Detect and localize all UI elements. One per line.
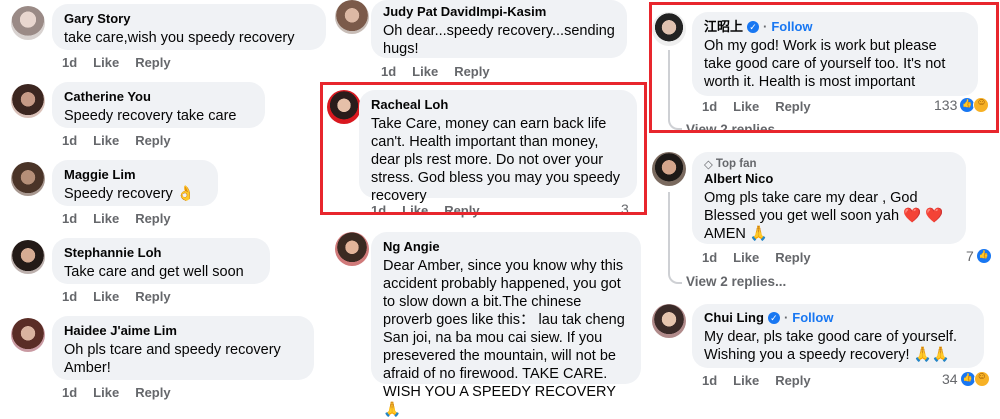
- follow-button[interactable]: Follow: [792, 310, 833, 326]
- diamond-icon: ◇: [704, 159, 713, 171]
- comment-actions: 1d Like Reply: [62, 289, 171, 304]
- comment-text: take care,wish you speedy recovery: [64, 30, 295, 46]
- comment-bubble: Chui Ling ✓ · Follow My dear, pls take g…: [692, 304, 984, 368]
- reply-button[interactable]: Reply: [454, 64, 489, 79]
- comment-text: My dear, pls take good care of yourself.…: [704, 329, 958, 363]
- comment-actions: 1d Like Reply: [62, 211, 171, 226]
- comment-actions: 1d Like Reply: [62, 55, 171, 70]
- like-reaction-icon: [960, 372, 975, 386]
- avatar[interactable]: [11, 84, 45, 118]
- comment-timestamp[interactable]: 1d: [62, 133, 77, 148]
- top-fan-badge: ◇ Top fan: [704, 158, 757, 171]
- comment-text: Dear Amber, since you know why this acci…: [383, 258, 625, 418]
- comment-timestamp[interactable]: 1d: [702, 250, 717, 265]
- reply-button[interactable]: Reply: [135, 55, 170, 70]
- comment-text: Take care and get well soon: [64, 264, 244, 280]
- reply-button[interactable]: Reply: [775, 373, 810, 388]
- comment-timestamp[interactable]: 1d: [62, 289, 77, 304]
- verified-badge-icon: ✓: [767, 312, 780, 324]
- like-reaction-icon: [976, 249, 991, 263]
- like-button[interactable]: Like: [93, 385, 119, 400]
- view-replies-link[interactable]: View 2 replies...: [686, 274, 786, 289]
- comment-actions: 1d Like Reply: [381, 64, 490, 79]
- like-button[interactable]: Like: [93, 55, 119, 70]
- comment-timestamp[interactable]: 1d: [62, 385, 77, 400]
- reply-button[interactable]: Reply: [135, 289, 170, 304]
- avatar[interactable]: [335, 0, 369, 34]
- comment-author[interactable]: Catherine You: [64, 89, 253, 105]
- highlight-box: [320, 82, 647, 215]
- comment-timestamp[interactable]: 1d: [702, 373, 717, 388]
- avatar[interactable]: [335, 232, 369, 266]
- comment-bubble: Stephannie Loh Take care and get well so…: [52, 238, 270, 284]
- like-button[interactable]: Like: [93, 133, 119, 148]
- reply-button[interactable]: Reply: [135, 385, 170, 400]
- reply-button[interactable]: Reply: [135, 133, 170, 148]
- comment-column-1: Gary Story take care,wish you speedy rec…: [0, 0, 326, 413]
- comment-author[interactable]: Albert Nico: [704, 171, 954, 187]
- comment-text: Oh pls tcare and speedy recovery Amber!: [64, 342, 281, 376]
- comment-actions: 1d Like Reply: [62, 385, 171, 400]
- comment-actions: 1d Like Reply: [62, 133, 171, 148]
- like-button[interactable]: Like: [733, 250, 759, 265]
- author-name[interactable]: Chui Ling: [704, 310, 764, 326]
- comment-author[interactable]: Ng Angie: [383, 239, 629, 255]
- avatar[interactable]: [11, 162, 45, 196]
- comment-author[interactable]: Judy Pat DavidImpi-Kasim: [383, 4, 615, 20]
- comment-timestamp[interactable]: 1d: [62, 211, 77, 226]
- comment-author[interactable]: Haidee J'aime Lim: [64, 323, 302, 339]
- comment-bubble: ◇ Top fan Albert Nico Omg pls take care …: [692, 152, 966, 244]
- care-reaction-icon: [973, 371, 990, 387]
- highlight-box: [649, 2, 999, 133]
- comment-text: Oh dear...speedy recovery...sending hugs…: [383, 23, 615, 57]
- comment-bubble: Judy Pat DavidImpi-Kasim Oh dear...speed…: [371, 0, 627, 58]
- reaction-count[interactable]: 7: [966, 248, 991, 264]
- like-button[interactable]: Like: [412, 64, 438, 79]
- comment-author[interactable]: Gary Story: [64, 11, 314, 27]
- avatar[interactable]: [652, 304, 686, 338]
- comment-bubble: Haidee J'aime Lim Oh pls tcare and speed…: [52, 316, 314, 380]
- comment-actions: 1d Like Reply: [702, 373, 811, 388]
- comment-bubble: Catherine You Speedy recovery take care: [52, 82, 265, 128]
- comment-author: Chui Ling ✓ · Follow: [704, 310, 834, 326]
- like-button[interactable]: Like: [93, 211, 119, 226]
- comment-author[interactable]: Stephannie Loh: [64, 245, 258, 261]
- avatar[interactable]: [11, 6, 45, 40]
- avatar[interactable]: [652, 152, 686, 186]
- comment-text: Speedy recovery take care: [64, 108, 237, 124]
- reaction-count[interactable]: 34: [942, 371, 990, 387]
- comment-bubble: Maggie Lim Speedy recovery 👌: [52, 160, 218, 206]
- like-button[interactable]: Like: [93, 289, 119, 304]
- avatar[interactable]: [11, 318, 45, 352]
- thread-line: [668, 192, 682, 284]
- like-button[interactable]: Like: [733, 373, 759, 388]
- comment-timestamp[interactable]: 1d: [381, 64, 396, 79]
- comment-bubble: Ng Angie Dear Amber, since you know why …: [371, 232, 641, 418]
- avatar[interactable]: [11, 240, 45, 274]
- reply-button[interactable]: Reply: [135, 211, 170, 226]
- comment-text: Omg pls take care my dear , God Blessed …: [704, 190, 944, 242]
- comment-author[interactable]: Maggie Lim: [64, 167, 206, 183]
- comment-bubble: Gary Story take care,wish you speedy rec…: [52, 4, 326, 50]
- comment-timestamp[interactable]: 1d: [62, 55, 77, 70]
- comment-actions: 1d Like Reply: [702, 250, 811, 265]
- comment-text: Speedy recovery 👌: [64, 186, 195, 202]
- reply-button[interactable]: Reply: [775, 250, 810, 265]
